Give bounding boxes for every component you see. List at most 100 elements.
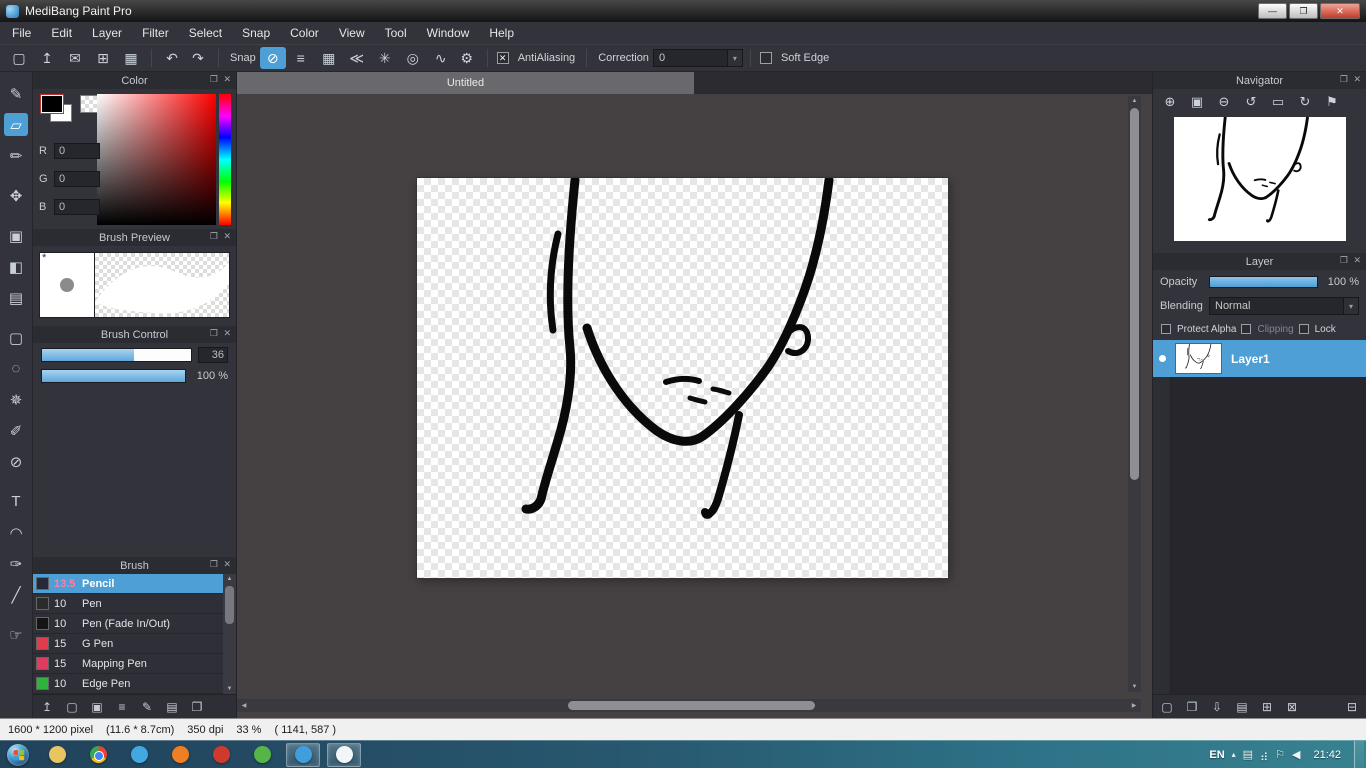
brush-opacity-slider[interactable] [41, 369, 186, 383]
menu-tool[interactable]: Tool [375, 22, 417, 44]
pixel-grid-icon[interactable]: ⊞ [90, 47, 116, 69]
correction-dropdown[interactable]: 0 ▾ [652, 49, 743, 67]
action-center-icon[interactable]: ▤ [1243, 748, 1253, 761]
scroll-down-icon[interactable]: ▼ [1128, 684, 1141, 690]
close-button[interactable]: ✕ [1320, 3, 1360, 19]
saturation-value-picker[interactable] [97, 94, 216, 225]
transfer-layer-icon[interactable]: ⇩ [1208, 698, 1226, 716]
duplicate-brush-icon[interactable]: ❐ [188, 698, 206, 716]
select-tool[interactable]: ▢ [4, 326, 28, 349]
brush-folder-icon[interactable]: ▤ [163, 698, 181, 716]
actual-pixels-icon[interactable]: ▭ [1265, 91, 1291, 113]
scroll-up-icon[interactable]: ▲ [1128, 98, 1141, 104]
magic-wand-tool[interactable]: ✵ [4, 388, 28, 411]
popout-icon[interactable]: ❐ [210, 328, 218, 340]
close-icon[interactable]: ✕ [223, 559, 231, 571]
flag-icon[interactable]: ⚐ [1275, 748, 1285, 761]
delete-layer-icon[interactable]: ⊟ [1343, 698, 1361, 716]
rotate-cw-icon[interactable]: ↻ [1292, 91, 1318, 113]
menu-file[interactable]: File [2, 22, 41, 44]
brush-list-icon[interactable]: ≡ [113, 698, 131, 716]
canvas[interactable] [417, 178, 948, 578]
menu-color[interactable]: Color [280, 22, 329, 44]
close-icon[interactable]: ✕ [1353, 255, 1361, 267]
fit-window-icon[interactable]: ▣ [1184, 91, 1210, 113]
zoom-out-icon[interactable]: ⊖ [1211, 91, 1237, 113]
show-hidden-icons-button[interactable]: ▴ [1232, 750, 1236, 759]
gradient-tool[interactable]: ▤ [4, 286, 28, 309]
popout-icon[interactable]: ❐ [210, 231, 218, 243]
snap-curve-icon[interactable]: ∿ [428, 47, 454, 69]
popout-icon[interactable]: ❐ [1340, 74, 1348, 86]
scroll-down-icon[interactable]: ▼ [223, 686, 236, 692]
blending-dropdown[interactable]: Normal ▾ [1209, 297, 1359, 315]
start-button[interactable] [0, 741, 36, 768]
brush-item[interactable]: 10 Pen [33, 594, 223, 614]
duplicate-layer-icon[interactable]: ❐ [1183, 698, 1201, 716]
menu-edit[interactable]: Edit [41, 22, 82, 44]
zoom-in-icon[interactable]: ⊕ [1157, 91, 1183, 113]
select-pen-tool[interactable]: ✐ [4, 419, 28, 442]
menu-select[interactable]: Select [179, 22, 232, 44]
select-eraser-tool[interactable]: ⊘ [4, 450, 28, 473]
minimize-button[interactable]: — [1258, 3, 1287, 19]
materials-icon[interactable]: ▦ [118, 47, 144, 69]
snap-settings-icon[interactable]: ⚙ [454, 47, 480, 69]
shape-brush-tool[interactable]: ▣ [4, 224, 28, 247]
snap-parallel-icon[interactable]: ≡ [288, 47, 314, 69]
hue-slider[interactable] [219, 94, 231, 225]
edit-brush-icon[interactable]: ✎ [138, 698, 156, 716]
rotate-ccw-icon[interactable]: ↺ [1238, 91, 1264, 113]
lock-checkbox[interactable] [1298, 324, 1309, 334]
redo-button[interactable]: ↷ [185, 47, 211, 69]
brush-item[interactable]: 15 Mapping Pen [33, 654, 223, 674]
protect-alpha-checkbox[interactable] [1161, 324, 1171, 334]
popout-icon[interactable]: ❐ [1340, 255, 1348, 267]
horizontal-scrollbar[interactable]: ◀ ▶ [237, 699, 1141, 712]
taskbar-app-red[interactable] [204, 743, 238, 767]
comment-icon[interactable]: ✉ [62, 47, 88, 69]
snap-vanishing-point-icon[interactable]: ≪ [344, 47, 370, 69]
taskbar-firefox[interactable] [163, 743, 197, 767]
vertical-scroll-thumb[interactable] [1130, 108, 1139, 480]
navigator-thumbnail[interactable] [1173, 117, 1346, 241]
new-canvas-icon[interactable]: ▢ [6, 47, 32, 69]
volume-icon[interactable]: ◀ [1292, 748, 1300, 761]
taskbar-chat[interactable] [286, 742, 320, 767]
taskbar-qq[interactable] [122, 743, 156, 767]
menu-help[interactable]: Help [479, 22, 524, 44]
hand-tool[interactable]: ☞ [4, 623, 28, 646]
scroll-up-icon[interactable]: ▲ [223, 576, 236, 582]
menu-window[interactable]: Window [417, 22, 480, 44]
vertical-scrollbar[interactable]: ▲ ▼ [1128, 96, 1141, 692]
soft-edge-checkbox[interactable] [759, 52, 772, 64]
pen-tool[interactable]: ✎ [4, 82, 28, 105]
maximize-button[interactable]: ❐ [1289, 3, 1318, 19]
bucket-tool[interactable]: ◧ [4, 255, 28, 278]
lasso-tool[interactable]: ◌ [4, 357, 28, 380]
text-tool[interactable]: T [4, 490, 28, 513]
taskbar-chrome[interactable] [81, 743, 115, 767]
clear-layer-icon[interactable]: ⊠ [1283, 698, 1301, 716]
brush-scroll-thumb[interactable] [225, 586, 234, 624]
layer-opacity-slider[interactable] [1209, 276, 1318, 288]
taskbar-medibang[interactable] [327, 742, 361, 767]
horizontal-scroll-thumb[interactable] [568, 701, 815, 710]
close-icon[interactable]: ✕ [223, 231, 231, 243]
close-icon[interactable]: ✕ [223, 328, 231, 340]
taskbar-clock[interactable]: 21:42 [1313, 749, 1341, 761]
add-brush-icon[interactable]: ▢ [63, 698, 81, 716]
document-tab[interactable]: Untitled [237, 72, 694, 94]
popout-icon[interactable]: ❐ [210, 74, 218, 86]
cloud-upload-icon[interactable]: ↥ [34, 47, 60, 69]
brush-item[interactable]: 10 Edge Pen [33, 674, 223, 694]
snap-radial-icon[interactable]: ✳ [372, 47, 398, 69]
brush-list-scrollbar[interactable]: ▲ ▼ [223, 574, 236, 694]
snap-concentric-icon[interactable]: ◎ [400, 47, 426, 69]
eraser-tool[interactable]: ▱ [4, 113, 28, 136]
popout-icon[interactable]: ❐ [210, 559, 218, 571]
merge-layer-icon[interactable]: ⊞ [1258, 698, 1276, 716]
red-value-field[interactable]: 0 [54, 143, 100, 159]
add-layer-icon[interactable]: ▢ [1158, 698, 1176, 716]
brush-size-slider[interactable] [41, 348, 192, 362]
